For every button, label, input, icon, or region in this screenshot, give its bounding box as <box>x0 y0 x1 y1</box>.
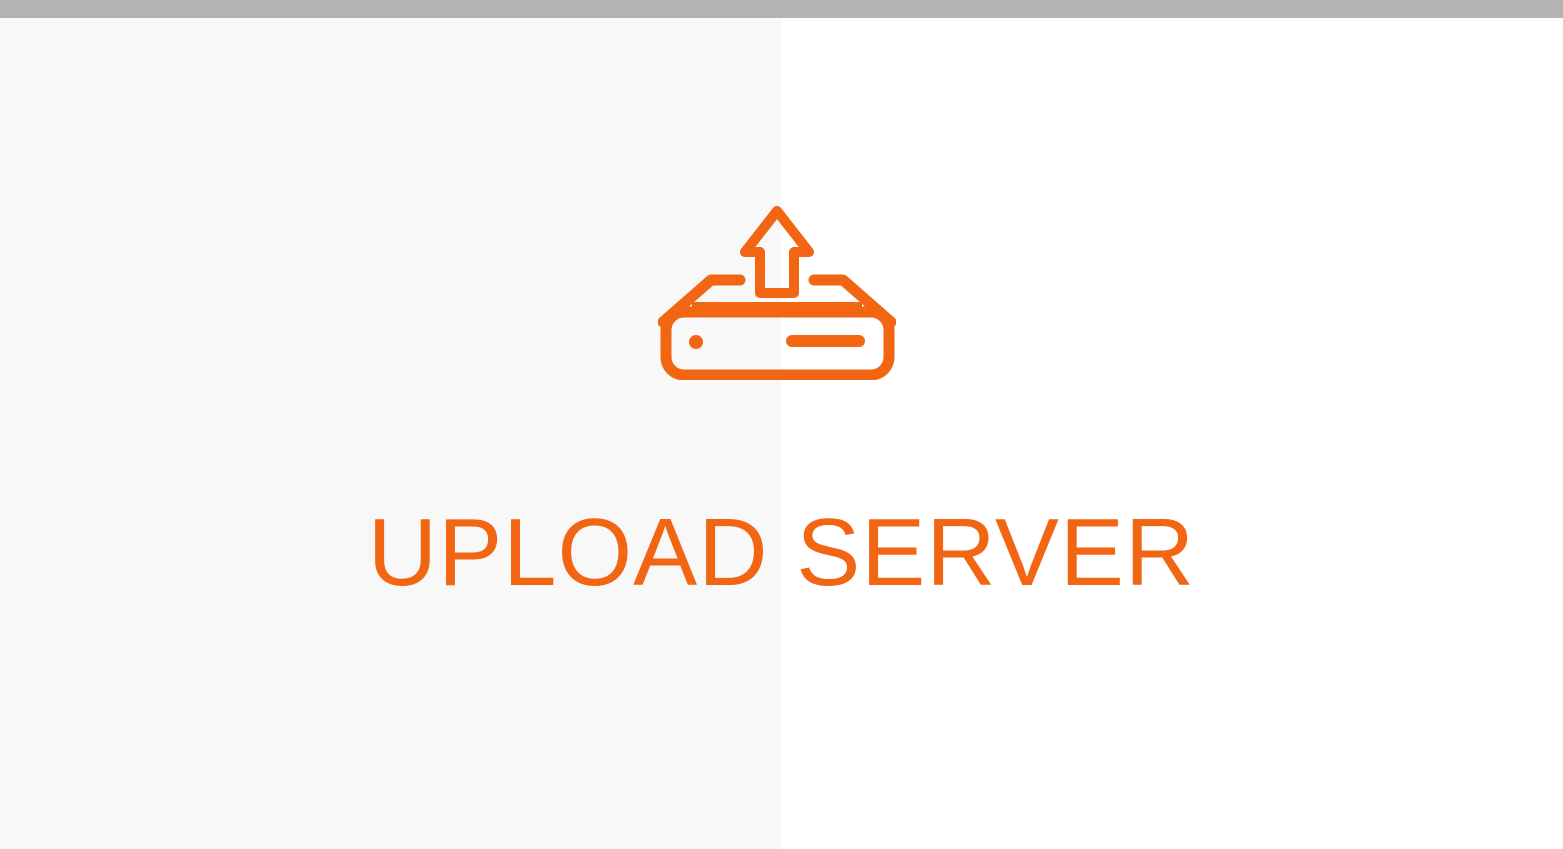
upload-server-icon <box>658 206 896 380</box>
right-panel <box>781 18 1563 849</box>
page-title: UPLOAD SERVER <box>367 499 1196 606</box>
left-panel <box>0 18 781 849</box>
top-bar <box>0 0 1563 18</box>
